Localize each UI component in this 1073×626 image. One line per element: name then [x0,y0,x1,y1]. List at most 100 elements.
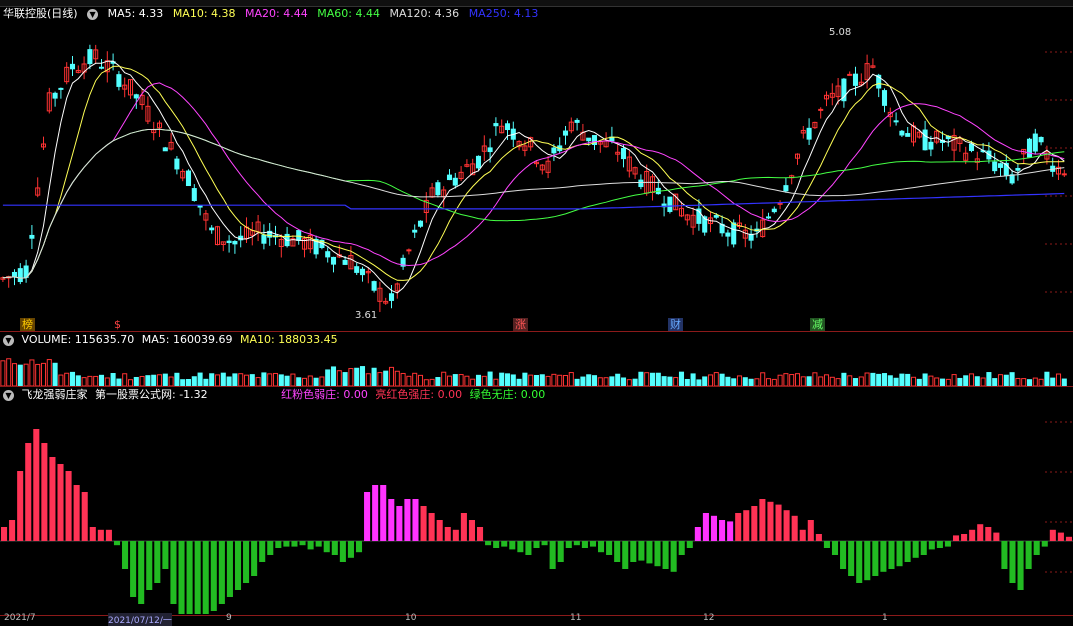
volume-bar [301,377,308,386]
volume-bar [870,372,876,386]
volume-bar [487,371,493,386]
indicator-bar [355,541,363,553]
indicator-bar [751,506,758,541]
indicator-bar [1017,541,1024,590]
volume-bar [771,378,777,386]
indicator-bar [977,524,984,541]
indicator-bar [662,541,669,569]
indicator-bar [243,541,250,583]
candle [562,130,569,136]
event-tag-jian[interactable]: 减 [810,318,825,331]
indicator-bar [1025,541,1032,569]
ma10-line [2,65,1065,281]
volume-bar [1009,372,1015,386]
volume-bar [864,372,870,386]
indicator-bar [1009,541,1016,583]
price-chart[interactable] [0,22,1073,332]
indicator-chart[interactable] [0,402,1073,614]
volume-bar [690,373,696,386]
candle [899,130,905,136]
volume-bar [649,372,656,386]
candle [1061,173,1067,176]
event-tag-bang[interactable]: 榜 [20,318,35,331]
indicator-green: 绿色无庄: 0.00 [469,388,546,401]
candle [847,73,853,76]
volume-bar [858,376,864,386]
candle [893,120,899,123]
event-tag-zhang[interactable]: 涨 [513,318,528,331]
low-price-label: 3.61 [355,310,378,321]
stock-name: 华联控股 [3,7,47,20]
volume-bar [493,378,499,386]
volume-bar [806,376,812,386]
indicator-bar [735,513,742,541]
indicator-bar [251,541,258,576]
indicator-bar [501,541,508,547]
volume-bar [829,376,835,386]
volume-bar [168,376,174,386]
chevron-down-icon[interactable]: ▼ [3,334,14,346]
indicator-bar [162,541,169,569]
indicator-bar [791,515,798,541]
indicator-bar [291,541,298,547]
indicator-bar [138,541,145,604]
volume-bar [249,374,255,386]
candle [412,229,418,233]
ma60-label: MA60: 4.44 [317,7,380,20]
indicator-bar [388,499,395,541]
candle [806,127,812,140]
volume-bar [916,378,922,386]
volume-bar [632,378,638,386]
volume-bar [551,373,557,386]
volume-bar [232,373,238,386]
volume-ma5: MA5: 160039.69 [141,333,233,346]
indicator-bar [476,527,484,541]
candle [551,147,557,154]
indicator-bar [767,501,774,541]
indicator-bar [186,541,193,614]
divider [0,331,1073,332]
chevron-down-icon[interactable]: ▼ [87,8,99,20]
volume-bar [597,377,603,386]
candle [98,66,105,69]
candle [296,230,302,241]
volume-bar [435,377,441,386]
indicator-bar [912,541,919,558]
volume-chart[interactable] [0,346,1073,386]
chevron-down-icon[interactable]: ▼ [3,389,14,401]
volume-bar [777,374,783,386]
ma250-label: MA250: 4.13 [468,7,539,20]
candle [11,271,18,277]
volume-bar [122,373,128,386]
indicator-bar [452,529,459,541]
indicator-bar [823,541,830,548]
candle [29,234,35,239]
volume-bar [46,359,52,386]
candle [162,147,168,152]
indicator-bar [638,541,645,561]
candle [620,148,627,160]
candle [487,147,493,153]
volume-bar [325,369,331,386]
indicator-bar [178,541,185,614]
indicator-bar [339,541,346,562]
volume-bar [87,375,93,386]
volume-bar [278,374,284,386]
indicator-bar [920,541,927,555]
indicator-bar [670,541,677,572]
volume-bar [974,376,980,386]
volume-bar [40,362,47,386]
event-tag-dollar[interactable]: $ [112,318,123,331]
indicator-bar [807,520,814,541]
candle [992,161,998,172]
event-tag-cai[interactable]: 财 [668,318,683,331]
indicator-bar [275,541,282,548]
indicator-bar [97,529,104,541]
indicator-bar [347,541,354,558]
volume-bar [899,373,905,386]
volume-bar [35,363,41,386]
volume-bar [800,376,806,386]
volume-bar [313,377,319,386]
indicator-bar [1001,541,1008,569]
volume-bar [876,373,882,386]
